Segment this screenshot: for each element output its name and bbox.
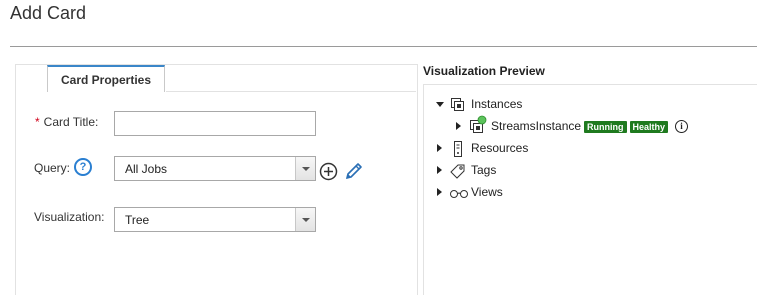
- required-marker: *: [35, 115, 40, 129]
- tree-item-streamsinstance[interactable]: StreamsInstance Running Healthy i: [456, 115, 716, 136]
- chevron-down-icon[interactable]: [295, 208, 315, 231]
- card-title-input[interactable]: [114, 111, 316, 136]
- query-label: Query:: [34, 161, 71, 175]
- caret-right-icon[interactable]: [437, 144, 442, 152]
- resource-icon: [454, 141, 462, 157]
- tree-item-label: Views: [471, 185, 503, 199]
- status-badge-running: Running: [584, 120, 627, 133]
- caret-down-icon[interactable]: [436, 102, 444, 107]
- visualization-select[interactable]: Tree: [114, 207, 316, 232]
- plus-circle-icon[interactable]: [319, 162, 338, 181]
- info-icon[interactable]: i: [675, 120, 689, 134]
- card-title-label-text: Card Title:: [43, 115, 99, 129]
- card-title-label: * Card Title:: [35, 115, 98, 129]
- query-selected-value: All Jobs: [125, 162, 168, 176]
- pencil-icon[interactable]: [343, 161, 365, 181]
- page-title: Add Card: [10, 3, 87, 23]
- query-select[interactable]: All Jobs: [114, 156, 316, 181]
- tree-item-label: Tags: [471, 163, 497, 177]
- tree-item-views[interactable]: Views: [437, 184, 637, 202]
- glasses-icon: [450, 190, 468, 198]
- title-divider: [10, 46, 757, 47]
- tree-item-tags[interactable]: Tags: [437, 162, 637, 180]
- caret-right-icon[interactable]: [437, 166, 442, 174]
- caret-right-icon[interactable]: [456, 122, 461, 130]
- status-badge-healthy: Healthy: [629, 120, 669, 133]
- caret-right-icon[interactable]: [437, 188, 442, 196]
- tab-baseline: [166, 91, 416, 92]
- preview-title: Visualization Preview: [423, 64, 545, 78]
- help-icon[interactable]: ?: [74, 158, 92, 176]
- tree-item-instances[interactable]: Instances: [436, 96, 636, 114]
- instances-icon: [451, 98, 464, 111]
- tree-item-label: Resources: [471, 141, 529, 155]
- chevron-down-icon[interactable]: [295, 157, 315, 180]
- visualization-selected-value: Tree: [125, 213, 150, 227]
- tree-item-label: StreamsInstance: [491, 119, 582, 133]
- tree-item-label: Instances: [471, 97, 523, 111]
- tab-card-properties[interactable]: Card Properties: [47, 65, 165, 92]
- instance-status-icon: [470, 115, 487, 133]
- visualization-label: Visualization:: [34, 210, 105, 224]
- tree-item-content: StreamsInstance Running Healthy i: [491, 119, 689, 134]
- tag-icon: [450, 164, 465, 179]
- tree-item-resources[interactable]: Resources: [437, 140, 637, 158]
